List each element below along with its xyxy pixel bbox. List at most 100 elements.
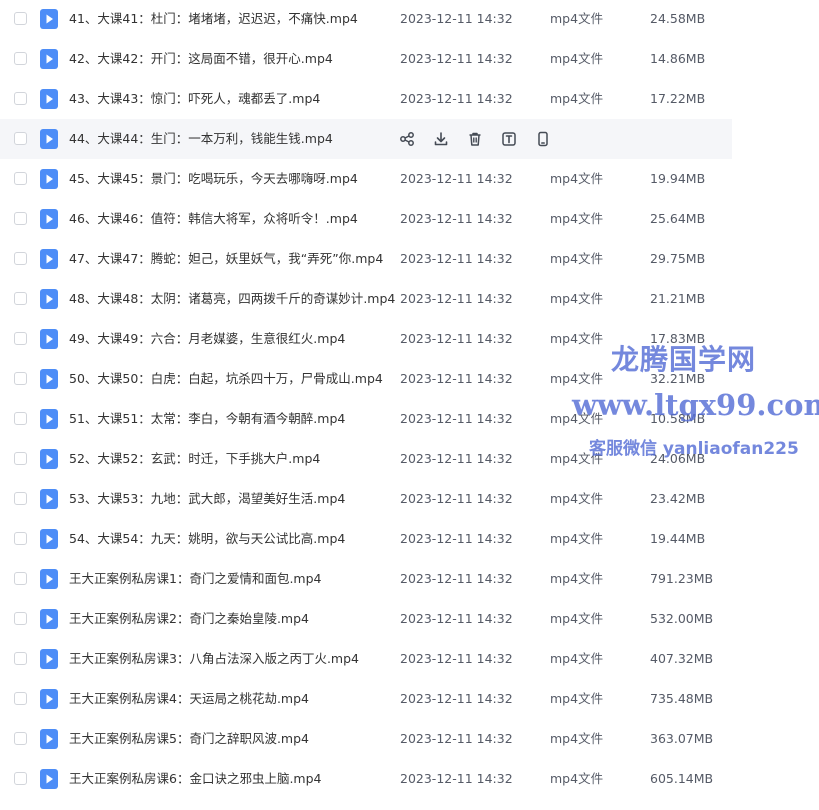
file-type: mp4文件 [550,611,604,626]
file-size: 791.23MB [650,571,714,586]
file-row[interactable]: 43、大课43：惊门：吓死人，魂都丢了.mp4 2023-12-11 14:32 m… [0,79,732,119]
file-row[interactable]: 王大正案例私房课4：天运局之桃花劫.mp4 2023-12-11 14:32 mp4… [0,679,732,719]
row-checkbox[interactable] [14,292,27,305]
file-date: 2023-12-11 14:32 [400,531,513,546]
file-size: 17.83MB [650,331,706,346]
file-name[interactable]: 王大正案例私房课5：奇门之辞职风波.mp4 [69,719,309,759]
file-date: 2023-12-11 14:32 [400,91,513,106]
file-row[interactable]: 42、大课42：开门：这局面不错，很开心.mp4 2023-12-11 14:32… [0,39,732,79]
file-size: 10.58MB [650,411,706,426]
share-icon[interactable] [398,130,416,148]
file-name[interactable]: 45、大课45：景门：吃喝玩乐，今天去哪嗨呀.mp4 [69,159,358,199]
phone-icon[interactable] [534,130,552,148]
file-row[interactable]: 54、大课54：九天：姚明，欲与天公试比高.mp4 2023-12-11 14:3… [0,519,732,559]
row-checkbox[interactable] [14,532,27,545]
file-name[interactable]: 50、大课50：白虎：白起，坑杀四十万，尸骨成山.mp4 [69,359,383,399]
file-size: 14.86MB [650,51,706,66]
file-name[interactable]: 48、大课48：太阴：诸葛亮，四两拨千斤的奇谋妙计.mp4 [69,279,395,319]
file-row[interactable]: 46、大课46：值符：韩信大将军，众将听令！.mp4 2023-12-11 14:… [0,199,732,239]
file-date: 2023-12-11 14:32 [400,291,513,306]
video-file-icon [40,369,58,389]
file-name[interactable]: 47、大课47：腾蛇：妲己，妖里妖气，我“弄死”你.mp4 [69,239,383,279]
row-checkbox[interactable] [14,772,27,785]
file-size: 532.00MB [650,611,714,626]
row-checkbox[interactable] [14,252,27,265]
file-name[interactable]: 王大正案例私房课4：天运局之桃花劫.mp4 [69,679,309,719]
file-row[interactable]: 48、大课48：太阴：诸葛亮，四两拨千斤的奇谋妙计.mp4 2023-12-11 … [0,279,732,319]
file-row[interactable]: 41、大课41：杜门：堵堵堵，迟迟迟，不痛快.mp4 2023-12-11 14:… [0,0,732,39]
row-checkbox[interactable] [14,652,27,665]
file-date: 2023-12-11 14:32 [400,371,513,386]
row-checkbox[interactable] [14,212,27,225]
video-file-icon [40,129,58,149]
file-row[interactable]: 王大正案例私房课6：金口诀之邪虫上脑.mp4 2023-12-11 14:32 mp… [0,759,732,799]
file-date: 2023-12-11 14:32 [400,491,513,506]
row-checkbox[interactable] [14,492,27,505]
row-checkbox[interactable] [14,12,27,25]
row-checkbox[interactable] [14,172,27,185]
video-file-icon [40,489,58,509]
file-name[interactable]: 王大正案例私房课3：八角占法深入版之丙丁火.mp4 [69,639,359,679]
file-name[interactable]: 王大正案例私房课6：金口诀之邪虫上脑.mp4 [69,759,322,799]
file-name[interactable]: 52、大课52：玄武：时迁，下手挑大户.mp4 [69,439,320,479]
file-type: mp4文件 [550,251,604,266]
row-checkbox[interactable] [14,452,27,465]
row-checkbox[interactable] [14,92,27,105]
file-name[interactable]: 42、大课42：开门：这局面不错，很开心.mp4 [69,39,333,79]
file-type: mp4文件 [550,531,604,546]
file-date: 2023-12-11 14:32 [400,731,513,746]
row-checkbox[interactable] [14,332,27,345]
file-row[interactable]: 52、大课52：玄武：时迁，下手挑大户.mp4 2023-12-11 14:32 m… [0,439,732,479]
file-size: 25.64MB [650,211,706,226]
file-size: 29.75MB [650,251,706,266]
file-size: 407.32MB [650,651,714,666]
file-row[interactable]: 50、大课50：白虎：白起，坑杀四十万，尸骨成山.mp4 2023-12-11 1… [0,359,732,399]
file-row[interactable]: 44、大课44：生门：一本万利，钱能生钱.mp4 [0,119,732,159]
file-row[interactable]: 王大正案例私房课5：奇门之辞职风波.mp4 2023-12-11 14:32 mp4… [0,719,732,759]
video-file-icon [40,9,58,29]
rename-icon[interactable] [500,130,518,148]
file-type: mp4文件 [550,371,604,386]
file-name[interactable]: 51、大课51：太常：李白，今朝有酒今朝醉.mp4 [69,399,345,439]
row-checkbox[interactable] [14,372,27,385]
file-name[interactable]: 王大正案例私房课1：奇门之爱情和面包.mp4 [69,559,322,599]
file-size: 17.22MB [650,91,706,106]
row-checkbox[interactable] [14,732,27,745]
file-type: mp4文件 [550,771,604,786]
file-row[interactable]: 53、大课53：九地：武大郎，渴望美好生活.mp4 2023-12-11 14:3… [0,479,732,519]
delete-icon[interactable] [466,130,484,148]
row-checkbox[interactable] [14,612,27,625]
row-checkbox[interactable] [14,692,27,705]
file-type: mp4文件 [550,51,604,66]
file-name[interactable]: 49、大课49：六合：月老媒婆，生意很红火.mp4 [69,319,345,359]
file-name[interactable]: 54、大课54：九天：姚明，欲与天公试比高.mp4 [69,519,345,559]
file-size: 21.21MB [650,291,706,306]
file-row[interactable]: 王大正案例私房课3：八角占法深入版之丙丁火.mp4 2023-12-11 14:3… [0,639,732,679]
file-date: 2023-12-11 14:32 [400,51,513,66]
file-row[interactable]: 49、大课49：六合：月老媒婆，生意很红火.mp4 2023-12-11 14:3… [0,319,732,359]
file-date: 2023-12-11 14:32 [400,651,513,666]
row-checkbox[interactable] [14,412,27,425]
file-name[interactable]: 53、大课53：九地：武大郎，渴望美好生活.mp4 [69,479,345,519]
file-name[interactable]: 46、大课46：值符：韩信大将军，众将听令！.mp4 [69,199,358,239]
file-name[interactable]: 王大正案例私房课2：奇门之秦始皇陵.mp4 [69,599,309,639]
download-icon[interactable] [432,130,450,148]
file-row[interactable]: 王大正案例私房课2：奇门之秦始皇陵.mp4 2023-12-11 14:32 mp4… [0,599,732,639]
file-size: 363.07MB [650,731,714,746]
video-file-icon [40,689,58,709]
file-name[interactable]: 41、大课41：杜门：堵堵堵，迟迟迟，不痛快.mp4 [69,0,358,39]
row-checkbox[interactable] [14,132,27,145]
file-name[interactable]: 44、大课44：生门：一本万利，钱能生钱.mp4 [69,119,333,159]
file-row[interactable]: 51、大课51：太常：李白，今朝有酒今朝醉.mp4 2023-12-11 14:3… [0,399,732,439]
file-row[interactable]: 王大正案例私房课1：奇门之爱情和面包.mp4 2023-12-11 14:32 mp… [0,559,732,599]
file-date: 2023-12-11 14:32 [400,171,513,186]
row-checkbox[interactable] [14,52,27,65]
file-row[interactable]: 45、大课45：景门：吃喝玩乐，今天去哪嗨呀.mp4 2023-12-11 14:… [0,159,732,199]
video-file-icon [40,569,58,589]
row-checkbox[interactable] [14,572,27,585]
file-size: 735.48MB [650,691,714,706]
video-file-icon [40,49,58,69]
file-name[interactable]: 43、大课43：惊门：吓死人，魂都丢了.mp4 [69,79,320,119]
file-row[interactable]: 47、大课47：腾蛇：妲己，妖里妖气，我“弄死”你.mp4 2023-12-11 … [0,239,732,279]
file-type: mp4文件 [550,731,604,746]
